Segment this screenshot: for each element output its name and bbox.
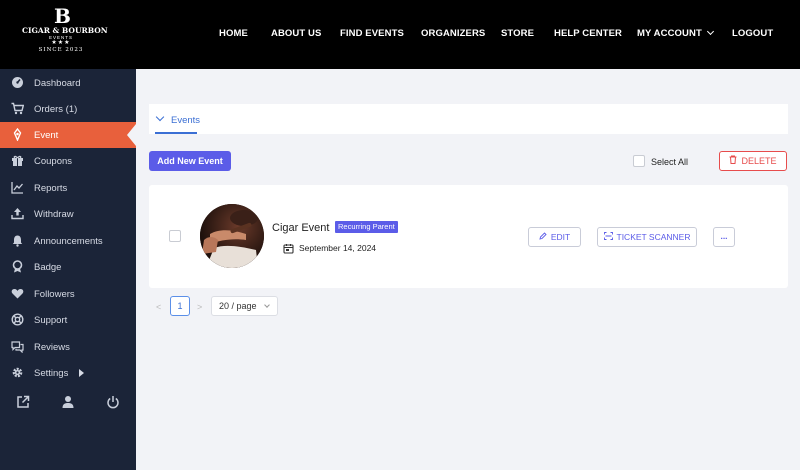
sidebar-item-settings[interactable]: Settings xyxy=(0,360,136,386)
sidebar-item-announcements[interactable]: Announcements xyxy=(0,228,136,254)
delete-button[interactable]: DELETE xyxy=(719,151,787,171)
sidebar-item-support[interactable]: Support xyxy=(0,307,136,333)
chevron-down-icon xyxy=(155,112,165,122)
sidebar-item-label: Withdraw xyxy=(34,209,74,220)
event-title[interactable]: Cigar Event xyxy=(272,222,329,234)
trash-icon xyxy=(729,152,737,170)
sidebar-footer xyxy=(0,395,136,411)
sidebar-item-coupons[interactable]: Coupons xyxy=(0,148,136,174)
nav-home[interactable]: HOME xyxy=(219,28,248,39)
sidebar-item-label: Coupons xyxy=(34,156,73,167)
page-size-select[interactable]: 20 / page xyxy=(211,296,278,316)
event-thumbnail xyxy=(200,204,264,268)
chevron-down-icon xyxy=(264,302,270,308)
ticket-icon xyxy=(11,127,24,142)
sidebar-item-label: Orders (1) xyxy=(34,104,78,115)
ticket-scanner-button[interactable]: TICKET SCANNER xyxy=(597,227,697,247)
sidebar-item-label: Dashboard xyxy=(34,78,81,89)
user-icon[interactable] xyxy=(61,395,77,411)
next-page-button[interactable]: > xyxy=(197,302,202,312)
nav-store[interactable]: STORE xyxy=(501,28,534,39)
scan-icon xyxy=(603,228,613,246)
prev-page-button[interactable]: < xyxy=(156,302,161,312)
heart-icon xyxy=(11,287,24,300)
sidebar-item-label: Reviews xyxy=(34,342,70,353)
nav-about-us[interactable]: ABOUT US xyxy=(271,28,321,39)
sidebar-item-orders[interactable]: Orders (1) xyxy=(0,96,136,122)
external-link-icon[interactable] xyxy=(16,395,32,411)
sidebar-item-event[interactable]: Event xyxy=(0,122,136,148)
sidebar-item-label: Settings xyxy=(34,368,69,379)
badge-icon xyxy=(11,260,24,273)
brand-since: SINCE 2023 xyxy=(38,47,84,53)
power-icon[interactable] xyxy=(106,395,122,411)
sidebar-item-badge[interactable]: Badge xyxy=(0,254,136,280)
chart-icon xyxy=(11,181,24,194)
cart-icon xyxy=(11,102,25,115)
tab-events[interactable]: Events xyxy=(155,104,201,134)
select-all-checkbox[interactable] xyxy=(633,155,645,167)
sidebar-item-label: Event xyxy=(34,130,59,141)
nav-logout[interactable]: LOGOUT xyxy=(732,28,773,39)
events-tab-bar: Events xyxy=(149,104,788,134)
sidebar-item-label: Announcements xyxy=(34,236,103,247)
gear-icon xyxy=(11,366,24,379)
page-1-button[interactable]: 1 xyxy=(170,296,190,316)
bell-icon xyxy=(11,234,24,247)
gift-icon xyxy=(11,154,24,167)
chevron-down-icon xyxy=(706,27,714,36)
brand-mark: B xyxy=(54,4,71,28)
ticket-scanner-label: TICKET SCANNER xyxy=(616,232,691,242)
nav-my-account-label: MY ACCOUNT xyxy=(637,28,702,39)
dashboard-icon xyxy=(11,76,24,89)
more-options-button[interactable]: ... xyxy=(713,227,735,247)
edit-label: EDIT xyxy=(550,232,571,242)
page-size-value: 20 / page xyxy=(219,301,257,311)
sidebar: Dashboard Orders (1) Event Coupons Repor… xyxy=(0,69,136,470)
sidebar-item-label: Followers xyxy=(34,289,75,300)
chat-icon xyxy=(11,340,24,354)
select-all-label[interactable]: Select All xyxy=(651,157,688,167)
nav-help-center[interactable]: HELP CENTER xyxy=(554,28,622,39)
nav-organizers[interactable]: ORGANIZERS xyxy=(421,28,485,39)
sidebar-item-dashboard[interactable]: Dashboard xyxy=(0,70,136,96)
edit-button[interactable]: EDIT xyxy=(528,227,581,247)
active-indicator xyxy=(127,124,136,146)
main-nav: HOME ABOUT US FIND EVENTS ORGANIZERS STO… xyxy=(0,27,800,42)
sidebar-item-reviews[interactable]: Reviews xyxy=(0,334,136,360)
sidebar-item-followers[interactable]: Followers xyxy=(0,281,136,307)
sidebar-item-label: Support xyxy=(34,315,68,326)
upload-icon xyxy=(11,207,24,220)
event-date: September 14, 2024 xyxy=(299,243,377,253)
pencil-icon xyxy=(539,228,547,246)
nav-find-events[interactable]: FIND EVENTS xyxy=(340,28,404,39)
recurring-parent-badge: Recurring Parent xyxy=(335,221,398,233)
event-checkbox[interactable] xyxy=(169,230,181,242)
sidebar-item-reports[interactable]: Reports xyxy=(0,175,136,201)
sidebar-item-label: Badge xyxy=(34,262,62,273)
calendar-icon xyxy=(283,241,294,254)
caret-right-icon xyxy=(79,369,84,377)
sidebar-item-withdraw[interactable]: Withdraw xyxy=(0,201,136,227)
delete-label: DELETE xyxy=(741,156,777,166)
top-navigation-bar: B CIGAR & BOURBON EVENTS ★★★ SINCE 2023 … xyxy=(0,0,800,69)
lifebuoy-icon xyxy=(11,313,24,326)
nav-my-account[interactable]: MY ACCOUNT xyxy=(637,27,714,39)
sidebar-item-label: Reports xyxy=(34,183,68,194)
tab-events-label: Events xyxy=(171,115,201,126)
add-new-event-button[interactable]: Add New Event xyxy=(149,151,231,171)
